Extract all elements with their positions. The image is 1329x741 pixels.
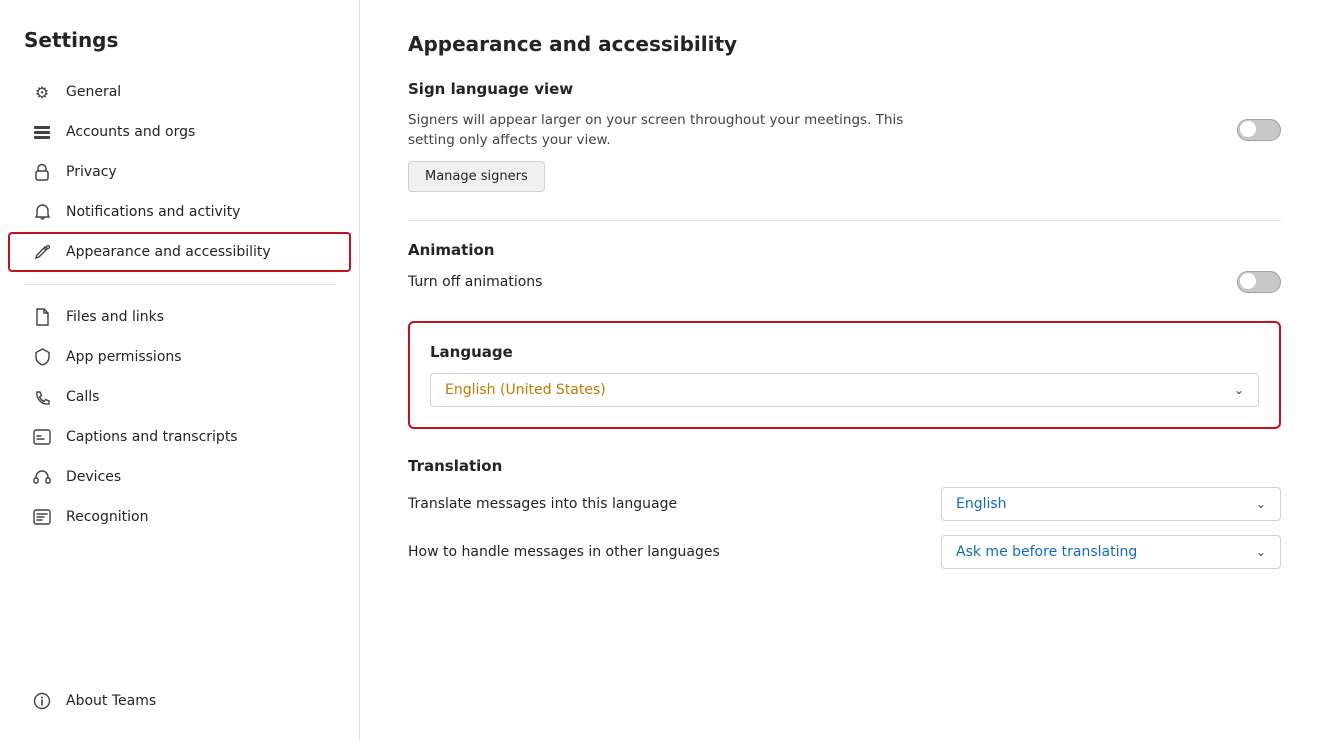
translation-row-1: Translate messages into this language En… <box>408 487 1281 521</box>
sidebar-title: Settings <box>0 20 359 72</box>
language-dropdown[interactable]: English (United States) ⌄ <box>430 373 1259 407</box>
sign-language-desc: Signers will appear larger on your scree… <box>408 110 908 151</box>
sign-language-title: Sign language view <box>408 80 1281 98</box>
translation-section: Translation Translate messages into this… <box>408 457 1281 569</box>
sidebar-item-calls[interactable]: Calls <box>8 377 351 417</box>
main-content: Appearance and accessibility Sign langua… <box>360 0 1329 741</box>
translate-chevron-icon: ⌄ <box>1256 497 1266 511</box>
sidebar-item-about[interactable]: About Teams <box>8 681 351 721</box>
sidebar-item-files[interactable]: Files and links <box>8 297 351 337</box>
page-title: Appearance and accessibility <box>408 32 1281 56</box>
file-icon <box>32 307 52 327</box>
sidebar-item-recognition[interactable]: Recognition <box>8 497 351 537</box>
sidebar-label-recognition: Recognition <box>66 509 148 525</box>
sidebar-item-devices[interactable]: Devices <box>8 457 351 497</box>
animation-row: Turn off animations <box>408 271 1281 293</box>
language-title: Language <box>430 343 1259 361</box>
appearance-icon <box>32 242 52 262</box>
bell-icon <box>32 202 52 222</box>
sign-language-toggle[interactable] <box>1237 119 1281 141</box>
sidebar-label-notifications: Notifications and activity <box>66 204 240 220</box>
sidebar-label-about: About Teams <box>66 693 156 709</box>
sign-language-row: Signers will appear larger on your scree… <box>408 110 1281 151</box>
sidebar-label-privacy: Privacy <box>66 164 117 180</box>
manage-signers-button[interactable]: Manage signers <box>408 161 545 192</box>
translation-title: Translation <box>408 457 1281 475</box>
captions-icon <box>32 427 52 447</box>
sidebar-item-accounts[interactable]: Accounts and orgs <box>8 112 351 152</box>
sidebar-label-files: Files and links <box>66 309 164 325</box>
sidebar-item-notifications[interactable]: Notifications and activity <box>8 192 351 232</box>
accounts-icon <box>32 122 52 142</box>
phone-icon <box>32 387 52 407</box>
info-icon <box>32 691 52 711</box>
translate-dropdown[interactable]: English ⌄ <box>941 487 1281 521</box>
translate-label: Translate messages into this language <box>408 496 677 512</box>
sidebar-label-accounts: Accounts and orgs <box>66 124 195 140</box>
handle-label: How to handle messages in other language… <box>408 544 720 560</box>
sidebar-item-captions[interactable]: Captions and transcripts <box>8 417 351 457</box>
sign-language-section: Sign language view Signers will appear l… <box>408 80 1281 192</box>
sidebar-label-app-permissions: App permissions <box>66 349 182 365</box>
language-section: Language English (United States) ⌄ <box>408 321 1281 429</box>
animation-toggle[interactable] <box>1237 271 1281 293</box>
sidebar-divider <box>24 284 335 285</box>
translate-dropdown-value: English <box>956 496 1007 512</box>
sidebar-item-privacy[interactable]: Privacy <box>8 152 351 192</box>
headphone-icon <box>32 467 52 487</box>
handle-dropdown[interactable]: Ask me before translating ⌄ <box>941 535 1281 569</box>
sidebar: Settings ⚙ General Accounts and orgs Pri… <box>0 0 360 741</box>
recognition-icon <box>32 507 52 527</box>
handle-dropdown-value: Ask me before translating <box>956 544 1137 560</box>
sidebar-item-general[interactable]: ⚙ General <box>8 72 351 112</box>
sidebar-item-app-permissions[interactable]: App permissions <box>8 337 351 377</box>
handle-chevron-icon: ⌄ <box>1256 545 1266 559</box>
sidebar-label-captions: Captions and transcripts <box>66 429 238 445</box>
animation-title: Animation <box>408 241 1281 259</box>
language-dropdown-value: English (United States) <box>445 382 606 398</box>
shield-icon <box>32 347 52 367</box>
sidebar-item-appearance[interactable]: Appearance and accessibility <box>8 232 351 272</box>
sidebar-label-appearance: Appearance and accessibility <box>66 244 271 260</box>
animation-label: Turn off animations <box>408 274 542 290</box>
animation-section: Animation Turn off animations <box>408 241 1281 293</box>
sidebar-spacer <box>0 537 359 681</box>
lock-icon <box>32 162 52 182</box>
translation-row-2: How to handle messages in other language… <box>408 535 1281 569</box>
language-chevron-icon: ⌄ <box>1234 383 1244 397</box>
sidebar-label-devices: Devices <box>66 469 121 485</box>
sidebar-label-calls: Calls <box>66 389 99 405</box>
divider-1 <box>408 220 1281 221</box>
sidebar-label-general: General <box>66 84 121 100</box>
gear-icon: ⚙ <box>32 82 52 102</box>
